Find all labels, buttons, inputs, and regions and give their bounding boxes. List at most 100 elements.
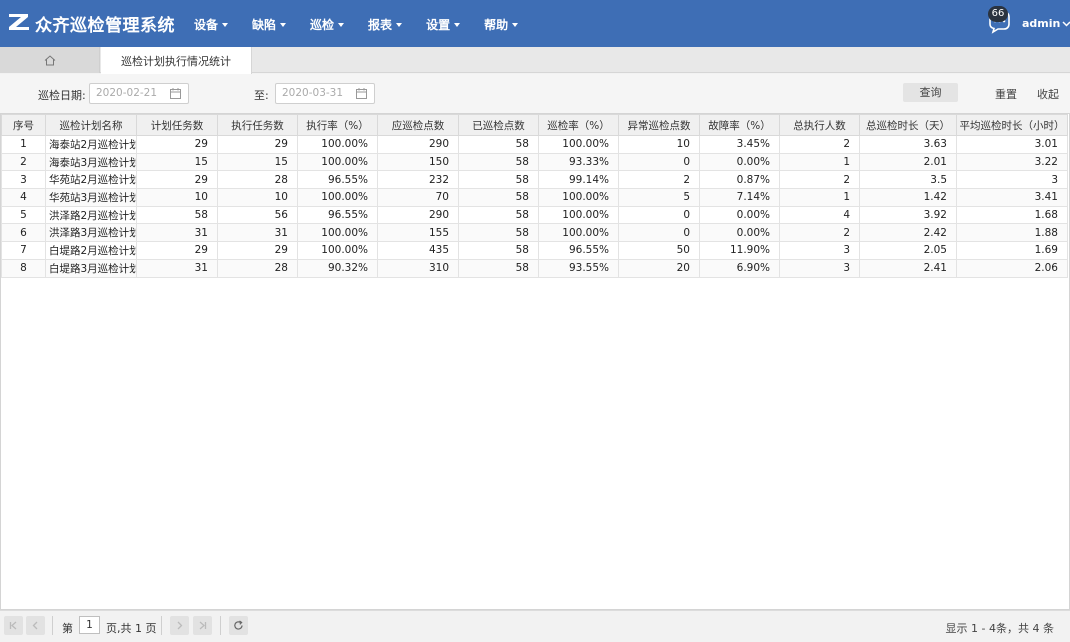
table-cell: 96.55%	[297, 170, 378, 190]
col-header[interactable]: 总执行人数	[779, 114, 860, 136]
table-cell: 3.22	[956, 152, 1068, 172]
menu-inspection[interactable]: 巡检	[310, 16, 345, 33]
table-cell: 2.41	[859, 258, 957, 278]
col-header[interactable]: 异常巡检点数	[618, 114, 700, 136]
table-cell: 29	[217, 135, 298, 154]
table-cell: 3	[956, 170, 1068, 190]
table-cell: 0	[618, 223, 700, 243]
date-to-input[interactable]: 2020-03-31	[275, 83, 375, 104]
tab-plan-execution-stats[interactable]: 巡检计划执行情况统计	[101, 47, 252, 74]
caret-down-icon	[222, 22, 229, 27]
table-row[interactable]: 3 华苑站2月巡检计划 29 28 96.55% 232 58 99.14% 2 0.87% 2 3.…	[1, 170, 1068, 190]
table-cell: 1.68	[956, 205, 1068, 225]
col-header[interactable]: 总巡检时长（天）	[859, 114, 957, 136]
table-cell: 58	[458, 170, 539, 190]
table-cell: 6.90%	[699, 258, 780, 278]
page-total: 页,共 1 页	[106, 622, 157, 635]
menu-defect[interactable]: 缺陷	[252, 16, 287, 33]
col-header[interactable]: 执行任务数	[217, 114, 298, 136]
table-cell: 白堤路2月巡检计划	[45, 241, 137, 260]
table-cell: 100.00%	[538, 135, 619, 154]
table-cell: 93.55%	[538, 258, 619, 278]
pager-separator	[52, 616, 53, 635]
table-cell: 1.69	[956, 241, 1068, 260]
calendar-icon[interactable]	[170, 88, 181, 99]
table-cell: 0.87%	[699, 170, 780, 190]
table-row[interactable]: 6 洪泽路3月巡检计划 31 31 100.00% 155 58 100.00% 0 0.00% 2…	[1, 223, 1068, 243]
table-cell: 海泰站3月巡检计划	[45, 152, 137, 172]
table-cell: 31	[136, 223, 218, 243]
table-cell: 2.01	[859, 152, 957, 172]
page-info: 显示 1 - 4条，共 4 条	[945, 622, 1054, 635]
col-header[interactable]: 应巡检点数	[377, 114, 459, 136]
table-row[interactable]: 2 海泰站3月巡检计划 15 15 100.00% 150 58 93.33% 0 0.00% 1 2…	[1, 152, 1068, 172]
table-cell: 4	[779, 205, 860, 225]
table-cell: 150	[377, 152, 459, 172]
table-cell: 100.00%	[297, 223, 378, 243]
pager-separator	[161, 616, 162, 635]
col-header[interactable]: 已巡检点数	[458, 114, 539, 136]
page-number-input[interactable]: 1	[79, 616, 100, 634]
table-cell: 90.32%	[297, 258, 378, 278]
logo-icon	[9, 14, 29, 30]
table-cell: 93.33%	[538, 152, 619, 172]
table-cell: 0	[618, 152, 700, 172]
table-cell: 31	[217, 223, 298, 243]
table-cell: 洪泽路2月巡检计划	[45, 205, 137, 225]
date-from-input[interactable]: 2020-02-21	[89, 83, 189, 104]
table-cell: 70	[377, 188, 459, 207]
table-cell: 15	[217, 152, 298, 172]
pager-separator	[220, 616, 221, 635]
tab-bar: 巡检计划执行情况统计	[0, 47, 1070, 74]
table-cell: 50	[618, 241, 700, 260]
reset-button[interactable]: 重置	[995, 86, 1017, 102]
table-cell: 3.63	[859, 135, 957, 154]
col-header[interactable]: 序号	[1, 114, 46, 136]
collapse-button[interactable]: 收起	[1037, 86, 1059, 102]
table-cell: 华苑站3月巡检计划	[45, 188, 137, 207]
table-row[interactable]: 1 海泰站2月巡检计划 29 29 100.00% 290 58 100.00% 10 3.45%…	[1, 135, 1068, 154]
menu-device[interactable]: 设备	[194, 16, 229, 33]
last-page-button[interactable]	[193, 616, 212, 635]
col-header[interactable]: 平均巡检时长（小时）	[956, 114, 1068, 136]
table-cell: 100.00%	[538, 223, 619, 243]
table-cell: 100.00%	[538, 205, 619, 225]
table-cell: 56	[217, 205, 298, 225]
table-cell: 58	[458, 152, 539, 172]
table-cell: 5	[1, 205, 46, 225]
calendar-icon[interactable]	[356, 88, 367, 99]
table-cell: 58	[136, 205, 218, 225]
user-menu[interactable]: admin	[1022, 17, 1070, 30]
table-cell: 6	[1, 223, 46, 243]
first-page-button[interactable]	[4, 616, 23, 635]
table-cell: 1	[1, 135, 46, 154]
tab-home[interactable]	[0, 47, 100, 73]
table-row[interactable]: 4 华苑站3月巡检计划 10 10 100.00% 70 58 100.00% 5 7.14% 1 1…	[1, 188, 1068, 207]
table-cell: 3	[1, 170, 46, 190]
query-button[interactable]: 查询	[903, 83, 958, 102]
chevron-right-icon	[177, 621, 183, 630]
table-row[interactable]: 7 白堤路2月巡检计划 29 29 100.00% 435 58 96.55% 50 11.90%…	[1, 241, 1068, 260]
menu-settings[interactable]: 设置	[426, 16, 461, 33]
col-header[interactable]: 故障率（%）	[699, 114, 780, 136]
app-title: 众齐巡检管理系统	[35, 16, 175, 36]
table-cell: 3	[779, 241, 860, 260]
refresh-button[interactable]	[229, 616, 248, 635]
table-cell: 58	[458, 223, 539, 243]
prev-page-button[interactable]	[26, 616, 45, 635]
table-cell: 290	[377, 135, 459, 154]
table-row[interactable]: 5 洪泽路2月巡检计划 58 56 96.55% 290 58 100.00% 0 0.00% 4 3…	[1, 205, 1068, 225]
col-header[interactable]: 计划任务数	[136, 114, 218, 136]
next-page-button[interactable]	[170, 616, 189, 635]
col-header[interactable]: 巡检计划名称	[45, 114, 137, 136]
col-header[interactable]: 巡检率（%）	[538, 114, 619, 136]
table-cell: 29	[217, 241, 298, 260]
table-cell: 58	[458, 135, 539, 154]
col-header[interactable]: 执行率（%）	[297, 114, 378, 136]
menu-report[interactable]: 报表	[368, 16, 403, 33]
table-row[interactable]: 8 白堤路3月巡检计划 31 28 90.32% 310 58 93.55% 20 6.90% 3 2…	[1, 258, 1068, 278]
table-cell: 100.00%	[297, 241, 378, 260]
menu-help[interactable]: 帮助	[484, 16, 519, 33]
table-cell: 3.01	[956, 135, 1068, 154]
table-cell: 99.14%	[538, 170, 619, 190]
